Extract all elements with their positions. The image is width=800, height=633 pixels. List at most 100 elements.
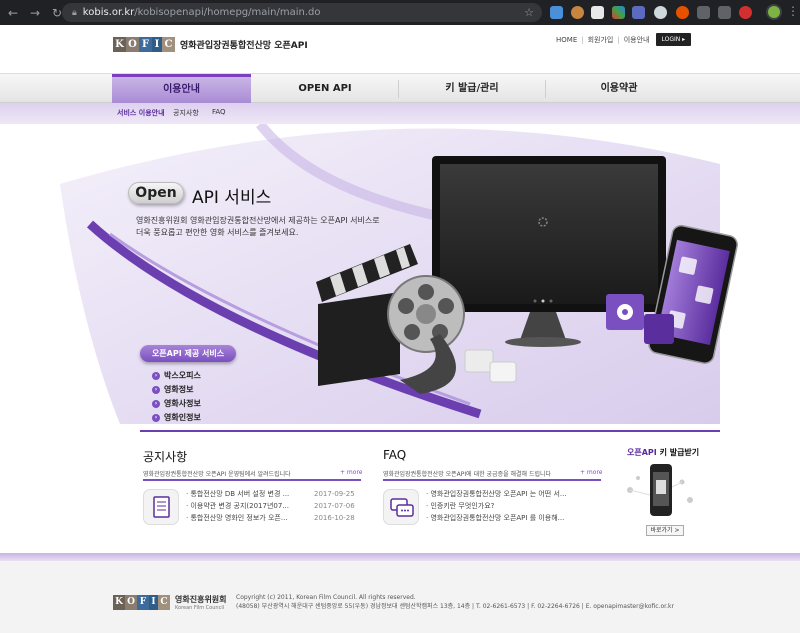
logo-letter: O (126, 37, 139, 52)
hero-artwork (60, 124, 738, 424)
footer-band (0, 553, 800, 561)
subnav-notice[interactable]: 공지사항 (173, 108, 199, 118)
arrow-bullet-icon: › (152, 386, 160, 394)
service-boxoffice-link[interactable]: › 박스오피스 (152, 369, 201, 383)
nav-tab-key-manage[interactable]: 키 발급/관리 (399, 74, 545, 104)
footer-copyright: Copyright (c) 2011, Korean Film Council.… (236, 594, 416, 601)
notice-item-text: · 통합전산망 영화인 정보가 오픈... (186, 514, 288, 522)
notice-desc: 영화관입장권통합전산망 오픈API 운영팀에서 알려드립니다 (143, 471, 291, 478)
footer-org-name: 영화진흥위원회 (175, 595, 227, 604)
hero-bottom-rule (140, 430, 720, 432)
main-nav: 이용안내 OPEN API 키 발급/관리 이용약관 (0, 73, 800, 104)
hero-description: 영화진흥위원회 영화관입장권통합전산망에서 제공하는 오픈API 서비스로 더욱… (136, 215, 426, 239)
browser-toolbar: ← → ↻ 🔒︎ kobis.or.kr /kobisopenapi/homep… (0, 0, 800, 25)
guide-link[interactable]: 이용안내 (624, 35, 650, 45)
sub-nav: 서비스 이용안내 공지사항 FAQ (0, 103, 800, 124)
address-bar[interactable]: 🔒︎ kobis.or.kr /kobisopenapi/homepg/main… (62, 3, 542, 22)
key-issue-button[interactable]: 바로가기 > (646, 525, 684, 536)
key-issue-title: 오픈API 키 발급받기 (627, 447, 699, 458)
login-button[interactable]: LOGIN ▸ (655, 33, 692, 46)
forward-icon[interactable]: → (26, 4, 44, 22)
faq-chat-icon (383, 489, 419, 525)
nav-tab-guide[interactable]: 이용안내 (112, 74, 251, 104)
notice-item[interactable]: · 이용약관 변경 공지(2017년07... 2017-07-06 (186, 500, 355, 512)
signup-link[interactable]: 회원가입 (588, 35, 614, 45)
chat-extension-icon[interactable] (654, 6, 667, 19)
calendar-extension-icon[interactable] (591, 6, 604, 19)
faq-item[interactable]: · 영화관입장권통합전산망 오픈API 는 어떤 서... (426, 488, 567, 500)
faq-title: FAQ (383, 448, 407, 462)
logo-letter: I (149, 595, 158, 610)
stop-extension-icon[interactable] (739, 6, 752, 19)
color-extension-icon[interactable] (612, 6, 625, 19)
notice-rule (143, 479, 361, 481)
cookie-extension-icon[interactable] (571, 6, 584, 19)
top-utility-nav: HOME | 회원가입 | 이용안내 LOGIN ▸ (556, 33, 692, 46)
faq-item[interactable]: · 영화관입장권통합전산망 오픈API 를 이용해... (426, 512, 567, 524)
divider: | (581, 35, 584, 44)
notice-item[interactable]: · 통합전산망 영화인 정보가 오픈... 2016-10-28 (186, 512, 355, 524)
site-title: 영화관입장권통합전산망 오픈API (180, 41, 308, 51)
notice-item[interactable]: · 통합전산망 DB 서버 설정 변경 ... 2017-09-25 (186, 488, 355, 500)
faq-item[interactable]: · 인증키란 무엇인가요? (426, 500, 567, 512)
service-label: 영화사정보 (164, 399, 201, 408)
nav-tab-terms[interactable]: 이용약관 (546, 74, 692, 104)
subnav-service-guide[interactable]: 서비스 이용안내 (117, 108, 165, 118)
faq-more-link[interactable]: + more (580, 469, 602, 476)
hero-banner (0, 124, 800, 434)
logo-letter: O (125, 595, 137, 610)
subnav-faq[interactable]: FAQ (212, 108, 226, 116)
arrow-bullet-icon: › (152, 372, 160, 380)
faq-desc: 영화관입장권통합전산망 오픈API에 대한 궁금증을 해결해 드립니다 (383, 471, 552, 478)
arrow-bullet-icon: › (152, 400, 160, 408)
vpn-extension-icon[interactable] (697, 6, 710, 19)
notice-item-text: · 이용약관 변경 공지(2017년07... (186, 502, 289, 510)
notice-item-date: 2016-10-28 (314, 514, 355, 522)
download-extension-icon[interactable] (550, 6, 563, 19)
faq-list: · 영화관입장권통합전산망 오픈API 는 어떤 서... · 인증키란 무엇인… (426, 488, 567, 524)
service-label: 박스오피스 (164, 371, 201, 380)
key-title-a: 오픈API (627, 448, 657, 457)
profile-avatar[interactable] (766, 4, 782, 20)
arrow-bullet-icon: › (152, 414, 160, 422)
faq-rule (383, 479, 601, 481)
service-list: › 박스오피스 › 영화정보 › 영화사정보 › 영화인정보 (152, 369, 201, 425)
footer-address: (48058) 부산광역시 해운대구 센텀중앙로 55(우동) 경남정보대 센텀… (236, 603, 674, 610)
notice-item-date: 2017-07-06 (314, 502, 355, 510)
service-label: 영화정보 (164, 385, 194, 394)
logo-letter: I (152, 37, 162, 52)
service-company-link[interactable]: › 영화사정보 (152, 397, 201, 411)
logo-letter: F (139, 37, 152, 52)
notice-item-text: · 통합전산망 DB 서버 설정 변경 ... (186, 490, 290, 498)
key-title-b: 키 발급받기 (659, 448, 700, 457)
home-link[interactable]: HOME (556, 36, 577, 44)
bookmark-star-icon[interactable]: ☆ (524, 6, 534, 19)
lock-icon: 🔒︎ (72, 7, 77, 18)
browser-menu-icon[interactable]: ⋮ (787, 4, 799, 18)
logo-letter: K (113, 37, 126, 52)
mail-extension-icon[interactable] (718, 6, 731, 19)
logo-letter: K (113, 595, 125, 610)
block-extension-icon[interactable] (676, 6, 689, 19)
notice-item-date: 2017-09-25 (314, 490, 355, 498)
open-badge: Open (128, 182, 184, 204)
notice-document-icon (143, 489, 179, 525)
url-host: kobis.or.kr (82, 7, 135, 18)
footer-kofic-mark: K O F I C (113, 595, 170, 610)
hero-desc-line: 더욱 풍요롭고 편안한 영화 서비스를 즐겨보세요. (136, 228, 299, 237)
service-label: 영화인정보 (164, 413, 201, 422)
site-logo[interactable]: K O F I C 영화관입장권통합전산망 오픈API (113, 37, 308, 52)
notice-list: · 통합전산망 DB 서버 설정 변경 ... 2017-09-25 · 이용약관… (186, 488, 355, 524)
hero-desc-line: 영화진흥위원회 영화관입장권통합전산망에서 제공하는 오픈API 서비스로 (136, 216, 380, 225)
back-icon[interactable]: ← (4, 4, 22, 22)
logo-letter: F (137, 595, 149, 610)
footer-info: Copyright (c) 2011, Korean Film Council.… (236, 593, 674, 611)
login-label: LOGIN (661, 36, 681, 43)
service-label-pill: 오픈API 제공 서비스 (140, 345, 236, 362)
nav-tab-open-api[interactable]: OPEN API (252, 74, 398, 104)
notice-more-link[interactable]: + more (340, 469, 362, 476)
key-phone-illustration (627, 464, 693, 516)
puzzle-extension-icon[interactable] (632, 6, 645, 19)
service-people-link[interactable]: › 영화인정보 (152, 411, 201, 425)
service-movie-link[interactable]: › 영화정보 (152, 383, 201, 397)
